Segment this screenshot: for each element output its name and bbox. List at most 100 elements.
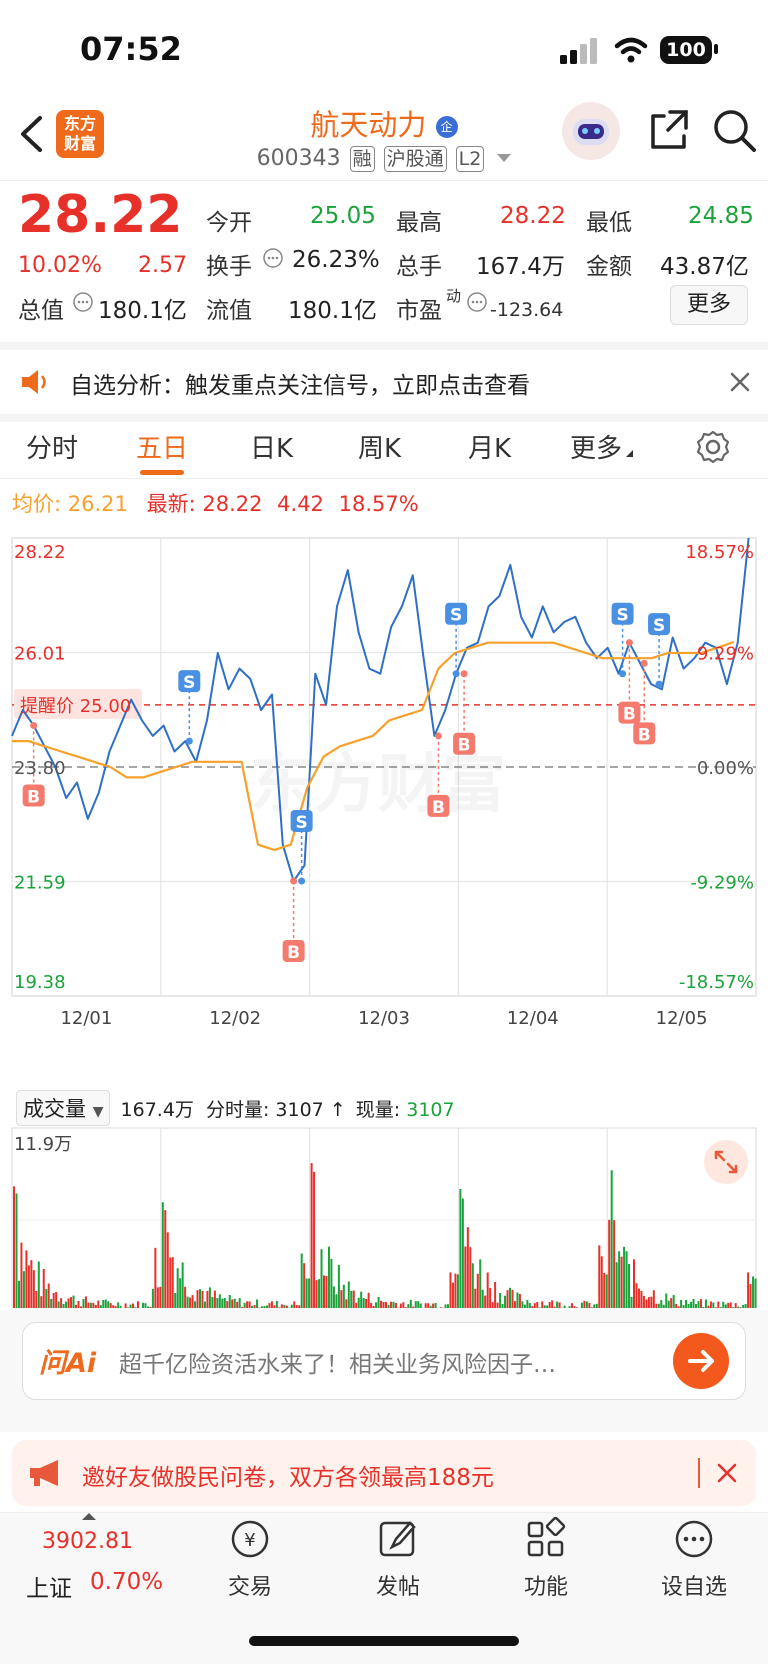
info-icon[interactable]	[262, 247, 284, 269]
volume-bar	[360, 1292, 362, 1308]
y-tick-right: 9.29%	[697, 644, 754, 665]
close-icon[interactable]	[730, 372, 750, 392]
volume-bar	[618, 1251, 620, 1308]
volume-bar	[53, 1293, 55, 1308]
volume-bar	[328, 1247, 330, 1308]
volume-bar	[588, 1303, 590, 1308]
ai-search-box[interactable]: 问Ai 超千亿险资活水来了！相关业务风险因子…	[22, 1322, 746, 1400]
tab-weekly-k[interactable]: 周K	[358, 428, 401, 465]
nav-functions[interactable]: 功能	[486, 1513, 606, 1601]
info-icon[interactable]	[72, 291, 94, 313]
stock-title-row[interactable]: 航天动力 企	[0, 102, 768, 144]
avg-label: 均价:	[12, 492, 61, 516]
volume-bar	[206, 1291, 208, 1308]
volume-bar	[653, 1290, 655, 1308]
volume-bar	[640, 1291, 642, 1308]
home-indicator[interactable]	[249, 1636, 519, 1646]
y-tick-left: 23.80	[14, 758, 66, 779]
volume-bar	[688, 1304, 690, 1308]
volume-bar	[132, 1304, 134, 1308]
current-price: 28.22	[18, 185, 182, 245]
nav-add-watchlist[interactable]: 设自选	[634, 1513, 754, 1601]
volume-bar	[516, 1293, 518, 1308]
y-tick-right: -18.57%	[679, 972, 754, 993]
tab-daily-k[interactable]: 日K	[250, 428, 293, 465]
volume-bar	[110, 1303, 112, 1308]
invite-banner[interactable]: 邀好友做股民问卷，双方各领最高188元	[12, 1440, 756, 1506]
volume-bar	[92, 1303, 94, 1308]
index-value[interactable]: 3902.81	[42, 1529, 133, 1554]
marker-dot	[435, 732, 442, 739]
five-day-chart[interactable]: 东方财富 BSSBBBSSSBB 28.2218.57%26.019.29%23…	[0, 526, 768, 1086]
volume-bar	[732, 1307, 734, 1308]
tab-more[interactable]: 更多	[570, 428, 633, 465]
volume-bar	[427, 1303, 429, 1308]
volume-bar	[68, 1298, 70, 1308]
volume-bar	[152, 1289, 154, 1308]
volume-bar	[487, 1272, 489, 1308]
volume-bar	[526, 1300, 528, 1308]
caret-down-icon[interactable]	[497, 154, 511, 162]
volume-bar	[385, 1302, 387, 1308]
volume-bar	[100, 1305, 102, 1308]
volume-bar	[236, 1302, 238, 1308]
tag-margin: 融	[350, 146, 375, 172]
volume-bar	[293, 1301, 295, 1308]
nav-trade-label: 交易	[190, 1569, 310, 1601]
stock-code-row[interactable]: 600343 融 沪股通 L2	[0, 146, 768, 172]
volume-bar	[187, 1297, 189, 1308]
volume-bar	[484, 1296, 486, 1308]
settings-gear-icon[interactable]	[696, 430, 730, 464]
volume-bar	[87, 1303, 89, 1308]
volume-bar	[613, 1220, 615, 1308]
volume-bar	[75, 1305, 77, 1308]
tag-hk-connect: 沪股通	[384, 146, 447, 172]
volume-bar	[135, 1307, 137, 1308]
index-pct[interactable]: 0.70%	[90, 1569, 163, 1595]
volume-bar	[77, 1301, 79, 1308]
volume-bar	[673, 1295, 675, 1308]
volume-bar	[469, 1247, 471, 1308]
volume-bar	[177, 1268, 179, 1308]
volume-bar	[725, 1304, 727, 1308]
volume-bar	[531, 1306, 533, 1308]
tab-monthly-k[interactable]: 月K	[468, 428, 511, 465]
volume-bar	[750, 1284, 752, 1308]
analysis-banner[interactable]: 自选分析：触发重点关注信号，立即点击查看	[0, 342, 768, 422]
volume-chart[interactable]: 11.9万	[0, 1124, 768, 1308]
volume-bar	[224, 1298, 226, 1308]
more-button[interactable]: 更多	[670, 285, 748, 325]
volume-bar	[707, 1306, 709, 1308]
volume-bar	[576, 1307, 578, 1308]
volume-bar	[417, 1301, 419, 1308]
expand-icon[interactable]	[704, 1140, 748, 1184]
caret-up-icon[interactable]	[82, 1513, 96, 1520]
volume-bar	[606, 1274, 608, 1308]
volume-bar	[281, 1304, 283, 1308]
volume-bar	[650, 1297, 652, 1308]
index-name[interactable]: 上证	[26, 1569, 72, 1603]
volume-bar	[412, 1307, 414, 1308]
volume-bar	[675, 1304, 677, 1308]
volume-bar	[541, 1301, 543, 1308]
volume-bar	[544, 1305, 546, 1308]
marker-dot	[30, 722, 37, 729]
volume-bar	[85, 1296, 87, 1308]
close-icon[interactable]	[716, 1462, 738, 1484]
marker-label: S	[183, 673, 195, 693]
tab-five-day[interactable]: 五日	[136, 428, 188, 465]
volume-bar	[303, 1263, 305, 1308]
tab-intraday[interactable]: 分时	[26, 428, 78, 465]
nav-trade[interactable]: ¥ 交易	[190, 1513, 310, 1601]
arrow-right-icon[interactable]	[673, 1333, 729, 1389]
volume-bar	[201, 1291, 203, 1308]
volume-header: 成交量 ▼ 167.4万 分时量: 3107 ↑ 现量: 3107	[16, 1090, 455, 1126]
volume-bar	[482, 1290, 484, 1308]
volume-bar	[402, 1302, 404, 1308]
more-icon	[634, 1513, 754, 1563]
volume-indicator-select[interactable]: 成交量 ▼	[16, 1090, 110, 1126]
volume-bar	[368, 1293, 370, 1308]
nav-post[interactable]: 发帖	[338, 1513, 458, 1601]
info-icon[interactable]	[466, 291, 488, 313]
volume-bar	[321, 1249, 323, 1308]
